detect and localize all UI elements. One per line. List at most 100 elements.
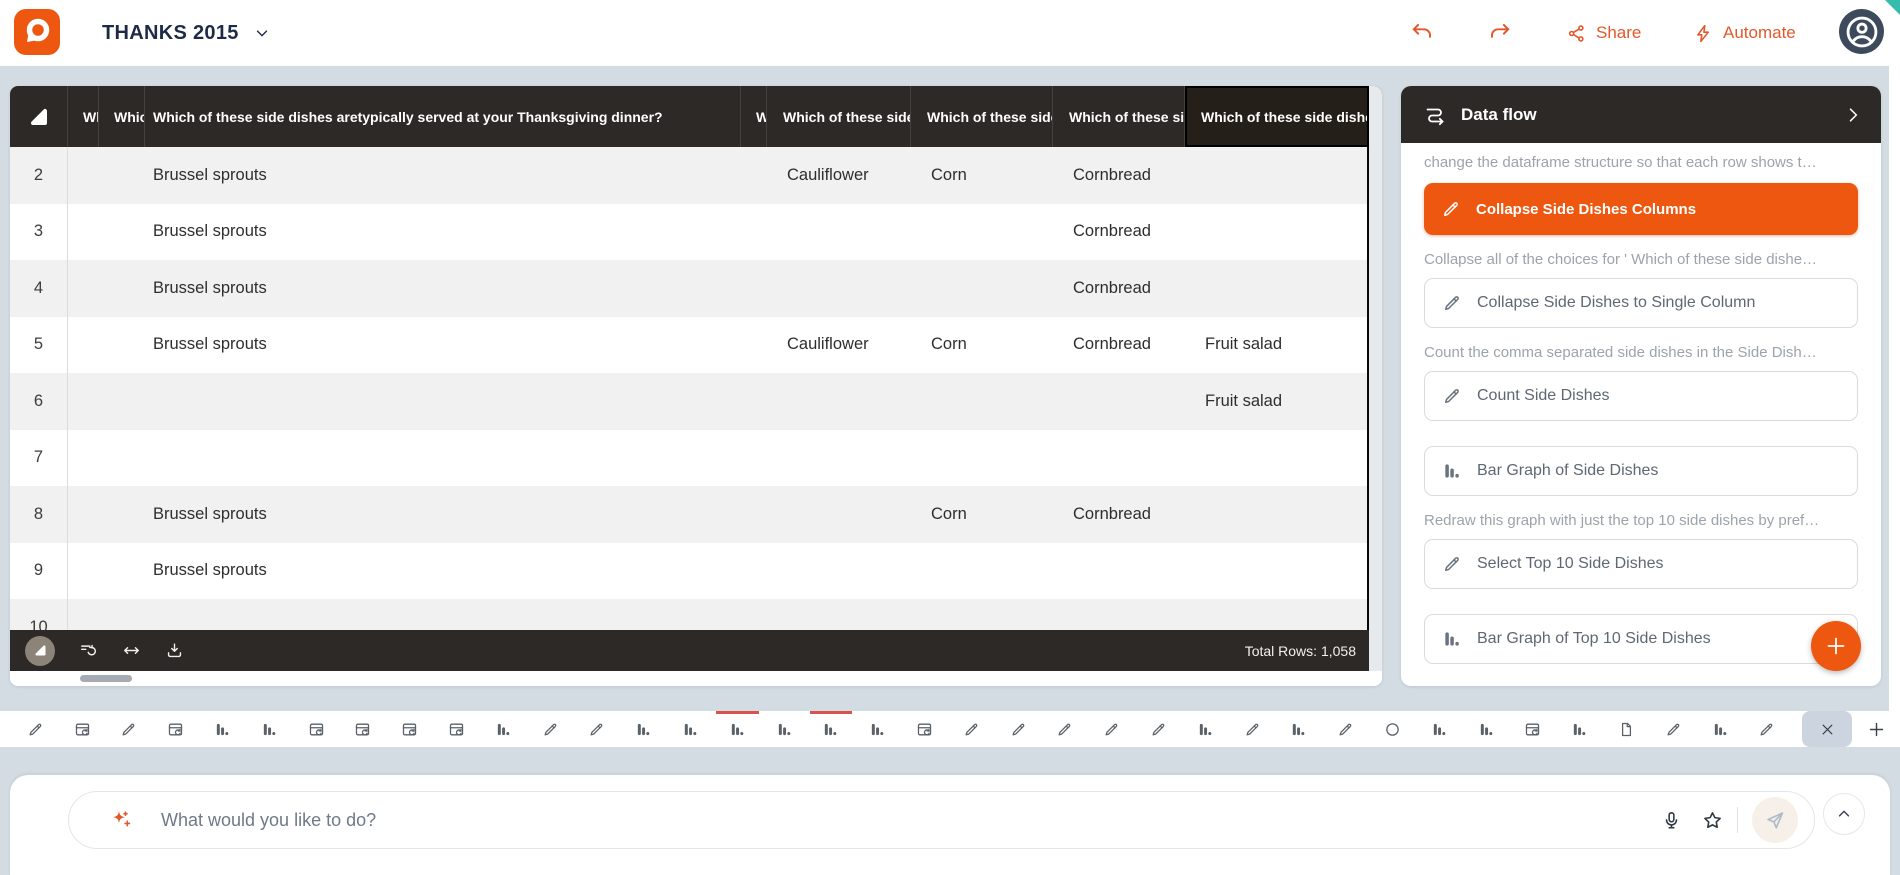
horizontal-scroll-thumb[interactable] <box>80 675 132 682</box>
sheet-tab[interactable] <box>1603 711 1650 747</box>
send-button[interactable] <box>1752 797 1798 843</box>
column-header[interactable]: Which of these side dishes aretypically … <box>68 86 99 147</box>
mic-button[interactable] <box>1661 810 1682 831</box>
resize-columns-button[interactable] <box>122 641 141 660</box>
table-cell[interactable]: Fruit salad <box>1185 392 1369 411</box>
column-header[interactable]: Which of these side dishes aretypically … <box>741 86 767 147</box>
redo-button[interactable] <box>1486 19 1512 45</box>
sheet-tab[interactable] <box>1276 711 1323 747</box>
row-number[interactable]: 6 <box>10 373 68 430</box>
table-cell[interactable]: Cornbread <box>1053 505 1185 524</box>
sheet-tab[interactable] <box>761 711 808 747</box>
sheet-tab[interactable] <box>527 711 574 747</box>
sheet-tab[interactable] <box>1088 711 1135 747</box>
sheet-tab[interactable] <box>667 711 714 747</box>
column-header[interactable]: Which of these side dishes aretypically … <box>911 86 1053 147</box>
dataflow-card[interactable]: Collapse Side Dishes Columns <box>1424 183 1858 235</box>
dataflow-card[interactable]: Count Side Dishes <box>1424 371 1858 421</box>
row-number[interactable]: 3 <box>10 204 68 261</box>
table-cell[interactable]: Brussel sprouts <box>145 561 741 580</box>
table-cell[interactable]: Brussel sprouts <box>145 505 741 524</box>
dataflow-card[interactable]: Bar Graph of Side Dishes <box>1424 446 1858 496</box>
sheet-tab[interactable] <box>1322 711 1369 747</box>
table-cell[interactable]: Corn <box>911 166 1053 185</box>
sheet-tab[interactable] <box>59 711 106 747</box>
sheet-tab[interactable] <box>714 711 761 747</box>
dataflow-card[interactable]: Bar Graph of Top 10 Side Dishes <box>1424 614 1858 664</box>
sheet-tab[interactable] <box>246 711 293 747</box>
sheet-tab[interactable] <box>1556 711 1603 747</box>
sheet-badge[interactable] <box>25 636 55 666</box>
sheet-tab[interactable] <box>574 711 621 747</box>
star-button[interactable] <box>1702 810 1723 831</box>
undo-button[interactable] <box>1410 19 1436 45</box>
column-header[interactable]: Which of these side dishes aretypically … <box>1053 86 1185 147</box>
sheet-tab[interactable] <box>948 711 995 747</box>
collapse-panel-button[interactable] <box>1843 105 1863 125</box>
row-number[interactable]: 4 <box>10 260 68 317</box>
app-logo[interactable] <box>14 9 60 55</box>
sheet-tab[interactable] <box>480 711 527 747</box>
column-header[interactable]: Which of these side dishes aretypically … <box>767 86 911 147</box>
sheet-tab[interactable] <box>1697 711 1744 747</box>
column-header[interactable]: Which of these side dishes aretypically … <box>145 86 741 147</box>
dataflow-card[interactable]: Select Top 10 Side Dishes <box>1424 539 1858 589</box>
table-cell[interactable]: Cornbread <box>1053 166 1185 185</box>
row-number[interactable]: 2 <box>10 147 68 204</box>
rows-refresh-button[interactable] <box>79 641 98 660</box>
automate-button[interactable]: Automate <box>1693 0 1796 66</box>
sheet-tab[interactable] <box>1463 711 1510 747</box>
sheet-tab[interactable] <box>199 711 246 747</box>
dataflow-card[interactable]: Collapse Side Dishes to Single Column <box>1424 278 1858 328</box>
sheet-tab[interactable] <box>1042 711 1089 747</box>
file-name-menu[interactable]: THANKS 2015 <box>102 0 271 66</box>
sheet-tab[interactable] <box>106 711 153 747</box>
sheet-tab[interactable] <box>1510 711 1557 747</box>
sheet-tab[interactable] <box>340 711 387 747</box>
sheet-tab[interactable] <box>1135 711 1182 747</box>
close-tab-button[interactable] <box>1802 711 1852 747</box>
table-cell[interactable]: Corn <box>911 505 1053 524</box>
sheet-tab[interactable] <box>12 711 59 747</box>
sheet-tab[interactable] <box>901 711 948 747</box>
sheet-tab[interactable] <box>433 711 480 747</box>
row-number[interactable]: 7 <box>10 430 68 487</box>
table-cell[interactable]: Cauliflower <box>767 166 911 185</box>
sheet-horizontal-scrollbar[interactable] <box>10 671 1382 686</box>
avatar-button[interactable] <box>1839 9 1884 54</box>
collapse-chat-button[interactable] <box>1823 793 1865 835</box>
sheet-corner-button[interactable] <box>10 86 68 147</box>
row-number[interactable]: 5 <box>10 317 68 374</box>
table-cell[interactable]: Cornbread <box>1053 222 1185 241</box>
prompt-input[interactable] <box>159 809 1661 832</box>
sheet-tab[interactable] <box>293 711 340 747</box>
sheet-tab[interactable] <box>620 711 667 747</box>
sheet-tab[interactable] <box>1182 711 1229 747</box>
row-number[interactable]: 10 <box>10 599 68 630</box>
table-cell[interactable]: Corn <box>911 335 1053 354</box>
table-cell[interactable]: Brussel sprouts <box>145 166 741 185</box>
prompt-input-pill[interactable] <box>68 791 1815 849</box>
table-cell[interactable]: Brussel sprouts <box>145 335 741 354</box>
column-header[interactable]: Which of these side dishes aretypically … <box>1185 86 1369 147</box>
sheet-tab[interactable] <box>1369 711 1416 747</box>
table-cell[interactable]: Brussel sprouts <box>145 222 741 241</box>
table-cell[interactable]: Brussel sprouts <box>145 279 741 298</box>
sheet-vertical-scrollbar[interactable] <box>1369 86 1382 671</box>
share-button[interactable]: Share <box>1566 0 1641 66</box>
add-node-button[interactable] <box>1811 621 1861 671</box>
sheet-tab[interactable] <box>1229 711 1276 747</box>
column-header[interactable]: Which of these side dishes aretypically … <box>99 86 145 147</box>
table-cell[interactable]: Cauliflower <box>767 335 911 354</box>
table-cell[interactable]: Cornbread <box>1053 335 1185 354</box>
sheet-tab[interactable] <box>1416 711 1463 747</box>
sheet-tab[interactable] <box>995 711 1042 747</box>
row-number[interactable]: 9 <box>10 543 68 600</box>
download-button[interactable] <box>165 641 184 660</box>
sheet-tab[interactable] <box>1743 711 1790 747</box>
table-cell[interactable]: Fruit salad <box>1185 335 1369 354</box>
table-cell[interactable]: Cornbread <box>1053 279 1185 298</box>
row-number[interactable]: 8 <box>10 486 68 543</box>
sheet-tab[interactable] <box>854 711 901 747</box>
sheet-tab[interactable] <box>386 711 433 747</box>
